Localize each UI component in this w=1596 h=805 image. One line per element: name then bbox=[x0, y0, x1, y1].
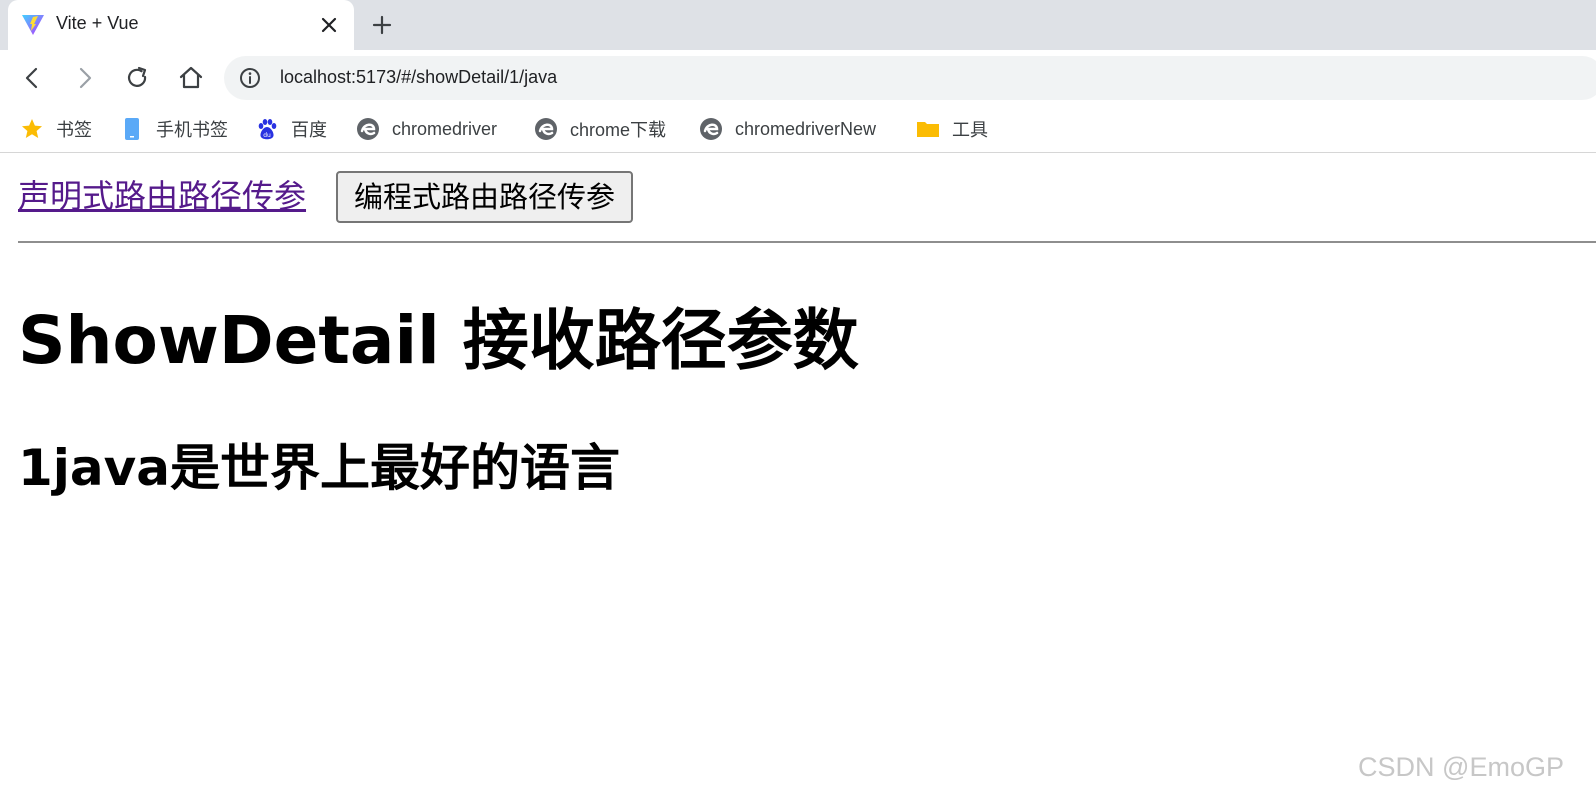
baidu-paw-icon: du bbox=[258, 119, 277, 140]
browser-tab-active[interactable]: Vite + Vue bbox=[8, 0, 354, 50]
bookmarks-bar: 书签 手机书签 du 百度 chromedriver chrome下载 chro… bbox=[0, 106, 1596, 153]
bookmark-label: 书签 bbox=[56, 120, 92, 140]
bookmark-shuqian[interactable]: 书签 bbox=[20, 114, 92, 144]
bookmark-label: 手机书签 bbox=[156, 120, 228, 140]
bookmark-label: chromedriver bbox=[392, 118, 498, 139]
edge-logo-icon bbox=[357, 118, 379, 140]
forward-arrow-icon[interactable] bbox=[72, 65, 98, 91]
plus-icon[interactable] bbox=[370, 13, 394, 37]
tab-strip: Vite + Vue bbox=[0, 0, 1596, 50]
svg-text:du: du bbox=[263, 132, 271, 139]
detail-text: 1java是世界上最好的语言 bbox=[18, 439, 621, 497]
router-link-declarative[interactable]: 声明式路由路径传参 bbox=[18, 173, 306, 219]
bookmark-chromedriver-new[interactable]: chromedriverNew bbox=[699, 114, 876, 144]
reload-icon[interactable] bbox=[125, 65, 151, 91]
vite-logo-icon bbox=[22, 15, 44, 35]
bookmark-mobile[interactable]: 手机书签 bbox=[120, 114, 228, 144]
mobile-icon bbox=[125, 118, 139, 140]
bookmark-baidu[interactable]: du 百度 bbox=[255, 114, 327, 144]
edge-logo-icon bbox=[700, 118, 722, 140]
star-icon bbox=[22, 119, 42, 138]
bookmark-chromedriver[interactable]: chromedriver bbox=[356, 114, 497, 144]
close-icon[interactable] bbox=[318, 14, 340, 36]
browser-toolbar: localhost:5173/#/showDetail/1/java bbox=[0, 50, 1596, 106]
page-heading: ShowDetail 接收路径参数 bbox=[18, 302, 859, 379]
edge-logo-icon bbox=[535, 118, 557, 140]
bookmark-chrome-download[interactable]: chrome下载 bbox=[534, 114, 666, 144]
bookmark-label: 工具 bbox=[952, 120, 988, 140]
programmatic-route-button[interactable]: 编程式路由路径传参 bbox=[336, 171, 634, 223]
back-arrow-icon[interactable] bbox=[19, 65, 45, 91]
info-icon[interactable] bbox=[239, 67, 261, 89]
home-icon[interactable] bbox=[178, 65, 204, 91]
tab-title: Vite + Vue bbox=[56, 13, 139, 33]
folder-icon bbox=[917, 122, 939, 137]
csdn-watermark: CSDN @EmoGP bbox=[1358, 752, 1564, 782]
divider bbox=[18, 241, 1596, 243]
url-text[interactable]: localhost:5173/#/showDetail/1/java bbox=[280, 67, 557, 88]
bookmark-label: 百度 bbox=[291, 120, 327, 140]
bookmark-label: chrome下载 bbox=[570, 120, 667, 140]
bookmark-label: chromedriverNew bbox=[735, 118, 877, 139]
bookmark-folder-tools[interactable]: 工具 bbox=[916, 114, 988, 144]
address-bar[interactable]: localhost:5173/#/showDetail/1/java bbox=[224, 56, 1596, 100]
page-content: 声明式路由路径传参 编程式路由路径传参 ShowDetail 接收路径参数 1j… bbox=[0, 153, 1596, 805]
